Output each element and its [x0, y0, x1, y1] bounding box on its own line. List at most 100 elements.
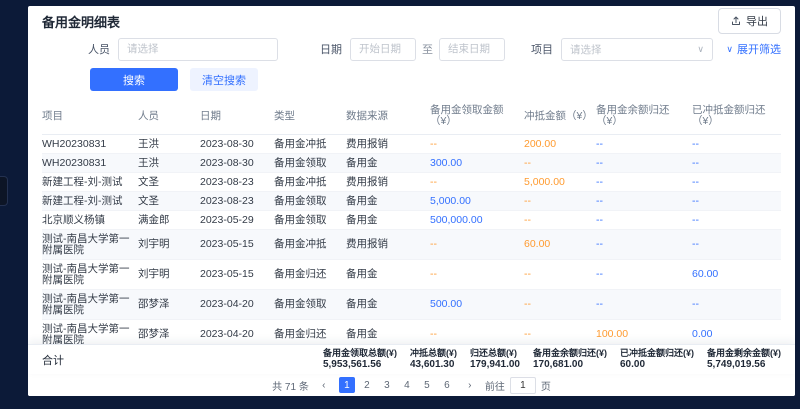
total-label: 合计 [42, 352, 64, 368]
table-cell: 备用金 [346, 326, 430, 344]
page-button[interactable]: 6 [439, 377, 455, 393]
page-button[interactable]: 5 [419, 377, 435, 393]
page-button[interactable]: 1 [339, 377, 355, 393]
summary-stat: 备用金余额归还(¥)170,681.00 [533, 348, 607, 371]
amount-cell: -- [430, 173, 524, 191]
page-button[interactable]: 3 [379, 377, 395, 393]
next-page-button[interactable]: › [462, 377, 478, 393]
summary-stat: 备用金领取总额(¥)5,953,561.56 [323, 348, 397, 371]
table-row: WH20230831王洪2023-08-30备用金领取备用金300.00----… [42, 154, 781, 173]
amount-cell: -- [430, 236, 524, 254]
amount-cell: -- [430, 326, 524, 344]
amount-cell: -- [596, 154, 692, 172]
title-bar: 备用金明细表 导出 [28, 6, 795, 36]
amount-cell: -- [524, 192, 596, 210]
table-cell: 备用金冲抵 [274, 236, 346, 254]
table-row: 测试-南昌大学第一附属医院刘宇明2023-05-15备用金冲抵费用报销--60.… [42, 230, 781, 260]
page-list: 123456 [339, 377, 455, 393]
expand-filter-link[interactable]: ∨ 展开筛选 [726, 41, 781, 57]
side-drawer-handle[interactable] [0, 176, 8, 206]
table-cell: 费用报销 [346, 173, 430, 191]
table-cell: 新建工程-刘-测试 [42, 173, 138, 191]
export-icon [731, 16, 741, 26]
table-row: 北京顺义杨镇满金郎2023-05-29备用金领取备用金500,000.00---… [42, 211, 781, 230]
clear-search-button[interactable]: 清空搜索 [190, 68, 258, 91]
project-filter-select[interactable]: 请选择 ∨ [561, 38, 713, 61]
table-cell: 2023-05-15 [200, 266, 274, 284]
amount-cell: -- [692, 135, 774, 153]
column-header: 人员 [138, 108, 200, 125]
summary-stat-label: 备用金领取总额(¥) [323, 348, 397, 359]
amount-cell: 60.00 [692, 266, 774, 284]
amount-cell: 5,000.00 [524, 173, 596, 191]
amount-cell: -- [596, 192, 692, 210]
summary-stat-label: 已冲抵金额归还(¥) [620, 348, 694, 359]
amount-cell: -- [524, 296, 596, 314]
page-button[interactable]: 2 [359, 377, 375, 393]
date-start-input[interactable] [350, 38, 416, 61]
amount-cell: 5,000.00 [430, 192, 524, 210]
amount-cell: -- [692, 211, 774, 229]
date-range-separator: 至 [422, 41, 433, 57]
page-button[interactable]: 4 [399, 377, 415, 393]
chevron-down-icon: ∨ [726, 45, 733, 54]
date-end-input[interactable] [439, 38, 505, 61]
table-cell: 王洪 [138, 154, 200, 172]
table-body: WH20230831王洪2023-08-30备用金冲抵费用报销--200.00-… [42, 135, 781, 344]
table-cell: 备用金归还 [274, 266, 346, 284]
expand-filter-label: 展开筛选 [737, 41, 781, 57]
amount-cell: 60.00 [524, 236, 596, 254]
amount-cell: -- [692, 173, 774, 191]
amount-cell: -- [692, 296, 774, 314]
person-filter-input[interactable] [118, 38, 278, 61]
amount-cell: -- [524, 154, 596, 172]
summary-stat-label: 归还总额(¥) [470, 348, 520, 359]
table-row: 测试-南昌大学第一附属医院刘宇明2023-05-15备用金归还备用金------… [42, 260, 781, 290]
table-cell: 备用金领取 [274, 296, 346, 314]
amount-cell: -- [430, 135, 524, 153]
table-cell: 备用金领取 [274, 154, 346, 172]
goto-page-input[interactable] [510, 377, 536, 394]
table-row: 新建工程-刘-测试文圣2023-08-23备用金领取备用金5,000.00---… [42, 192, 781, 211]
table-cell: 测试-南昌大学第一附属医院 [42, 260, 138, 289]
table-cell: 邵梦泽 [138, 326, 200, 344]
search-button[interactable]: 搜索 [90, 68, 178, 91]
column-header: 备用金余额归还（¥） [596, 102, 692, 130]
table-cell: 王洪 [138, 135, 200, 153]
table-cell: 2023-08-30 [200, 154, 274, 172]
summary-stat: 备用金剩余金额(¥)5,749,019.56 [707, 348, 781, 371]
table-cell: 备用金 [346, 266, 430, 284]
summary-stat-value: 5,953,561.56 [323, 359, 397, 371]
summary-stat: 已冲抵金额归还(¥)60.00 [620, 348, 694, 371]
table-cell: 2023-04-20 [200, 296, 274, 314]
table-cell: 邵梦泽 [138, 296, 200, 314]
summary-stat-value: 179,941.00 [470, 359, 520, 371]
column-header: 日期 [200, 108, 274, 125]
export-button[interactable]: 导出 [718, 8, 781, 34]
table-cell: 测试-南昌大学第一附属医院 [42, 230, 138, 259]
prev-page-button[interactable]: ‹ [316, 377, 332, 393]
table-cell: WH20230831 [42, 135, 138, 153]
amount-cell: -- [692, 154, 774, 172]
table-cell: 新建工程-刘-测试 [42, 192, 138, 210]
project-filter-label: 项目 [531, 41, 553, 57]
column-header: 已冲抵金额归还（¥） [692, 102, 774, 130]
summary-stat-value: 43,601.30 [410, 359, 457, 371]
summary-stat-label: 备用金余额归还(¥) [533, 348, 607, 359]
goto-page-group: 前往 页 [485, 377, 551, 394]
summary-stat-value: 5,749,019.56 [707, 359, 781, 371]
table-cell: 费用报销 [346, 236, 430, 254]
person-filter-label: 人员 [88, 41, 110, 57]
amount-cell: 0.00 [692, 326, 774, 344]
table-cell: 备用金归还 [274, 326, 346, 344]
column-header: 数据来源 [346, 108, 430, 125]
amount-cell: 100.00 [596, 326, 692, 344]
table-cell: 文圣 [138, 173, 200, 191]
table-cell: 费用报销 [346, 135, 430, 153]
summary-stat: 归还总额(¥)179,941.00 [470, 348, 520, 371]
column-header: 项目 [42, 108, 138, 125]
column-header: 类型 [274, 108, 346, 125]
table-cell: 备用金 [346, 192, 430, 210]
goto-label: 前往 [485, 378, 505, 393]
table-cell: 文圣 [138, 192, 200, 210]
